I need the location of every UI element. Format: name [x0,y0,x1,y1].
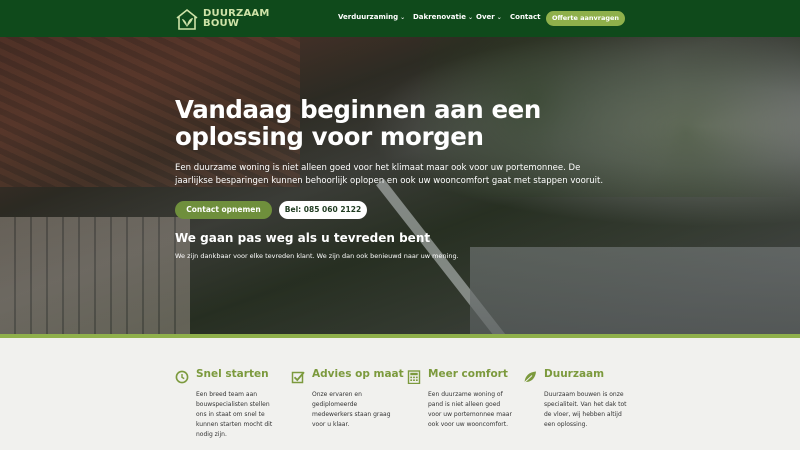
clock-icon [175,370,189,384]
nav-item-over[interactable]: Over ⌄ [476,13,502,21]
hero-title: Vandaag beginnen aan een oplossing voor … [175,95,541,151]
hero-background-pallets [0,217,190,334]
feature-text: Een duurzame woning of pand is niet alle… [428,391,512,428]
nav-item-contact[interactable]: Contact [510,13,541,21]
feature-title: Duurzaam [544,368,605,380]
hero-subtext: We zijn dankbaar voor elke tevreden klan… [175,252,459,260]
hero-text: Een duurzame woning is niet alleen goed … [175,163,604,186]
feature-title: Advies op maat [312,368,404,380]
calculator-icon [407,370,421,384]
site-header: DUURZAAM BOUW Verduurzaming ⌄ Dakrenovati… [0,0,800,37]
nav-item-dakrenovatie[interactable]: Dakrenovatie ⌄ [413,13,473,21]
feature-title: Snel starten [196,368,269,380]
nav-item-verduurzaming[interactable]: Verduurzaming ⌄ [338,13,405,21]
brand-name-line2: BOUW [203,18,240,29]
chevron-down-icon: ⌄ [496,14,502,21]
feature-text: Duurzaam bouwen is onze specialiteit. Va… [544,391,627,428]
leaf-icon [524,371,536,383]
logo[interactable]: DUURZAAM BOUW [175,7,269,31]
feature-text: Een breed team aan bouwspecialisten stel… [196,391,273,438]
features-section: Snel starten Een breed team aan bouwspec… [0,338,800,450]
feature-text: Onze ervaren en gediplomeerde medewerker… [312,391,391,428]
hero-subtitle: We gaan pas weg als u tevreden bent [175,231,431,245]
feature-title: Meer comfort [428,368,508,380]
call-button[interactable]: Bel: 085 060 2122 [279,201,367,219]
house-leaf-icon [176,8,198,30]
contact-opnemen-button[interactable]: Contact opnemen [175,201,272,219]
checkbox-icon [291,371,305,384]
chevron-down-icon: ⌄ [400,14,406,21]
chevron-down-icon: ⌄ [467,14,473,21]
offerte-aanvragen-button[interactable]: Offerte aanvragen [546,11,625,26]
hero-section: Vandaag beginnen aan een oplossing voor … [0,37,800,334]
hero-background-road [470,247,800,334]
